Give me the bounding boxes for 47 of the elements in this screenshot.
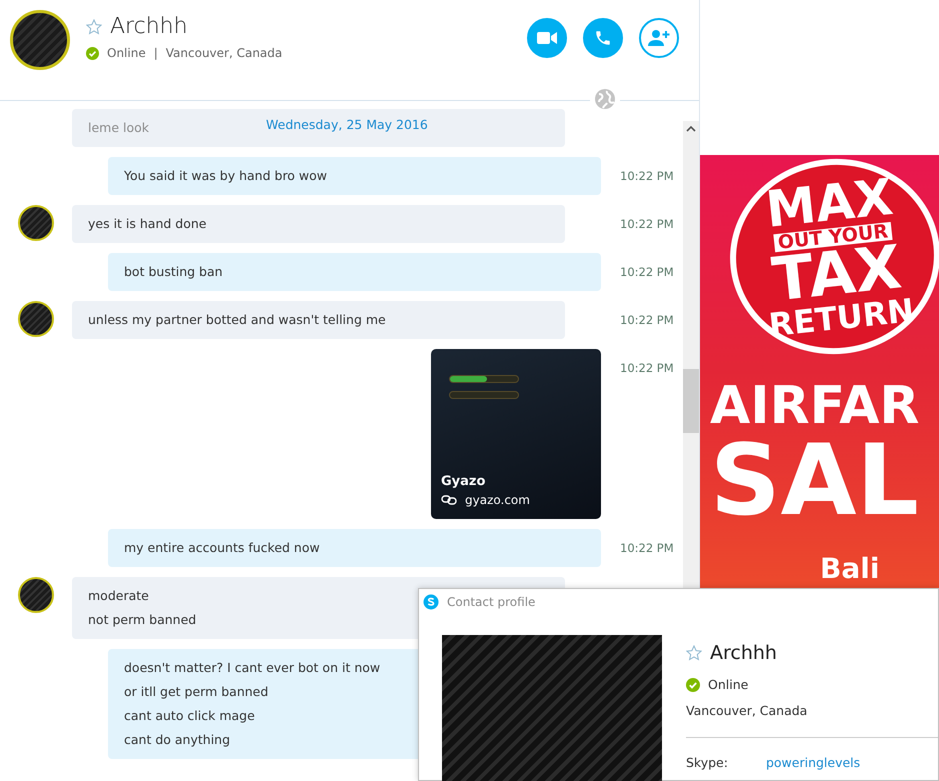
contact-name: Archhh — [710, 641, 777, 666]
message-time: 10:22 PM — [620, 264, 674, 281]
link-url: gyazo.com — [465, 492, 530, 509]
favorite-star-icon[interactable] — [686, 645, 702, 662]
ad-headline: SAL — [710, 432, 919, 530]
globe-icon[interactable] — [594, 88, 616, 110]
add-contact-button[interactable] — [639, 18, 679, 58]
message-time: 10:22 PM — [620, 360, 674, 377]
ad-headline: AIRFAR — [710, 380, 920, 432]
location-text: Vancouver, Canada — [686, 702, 808, 720]
video-call-button[interactable] — [527, 18, 567, 58]
link-title: Gyazo — [441, 472, 486, 490]
ad-destination: Bali — [820, 551, 880, 587]
date-separator: Wednesday, 25 May 2016 — [266, 116, 428, 134]
window-title: Contact profile — [447, 594, 536, 611]
message-time: 10:22 PM — [620, 168, 674, 185]
avatar-icon — [18, 577, 54, 613]
message-bubble: bot busting ban — [108, 253, 601, 291]
screenshot-drawing — [449, 375, 521, 399]
app-icon — [423, 594, 439, 610]
contact-name: Archhh — [110, 14, 188, 40]
favorite-star-icon[interactable] — [86, 19, 102, 35]
avatar-icon — [18, 205, 54, 241]
message-time: 10:22 PM — [620, 216, 674, 233]
message-time: 10:22 PM — [620, 312, 674, 329]
add-person-icon — [648, 29, 670, 47]
message-bubble: You said it was by hand bro wow — [108, 157, 601, 195]
message-time: 10:22 PM — [620, 540, 674, 557]
scroll-thumb[interactable] — [683, 369, 699, 433]
location-text: Vancouver, Canada — [166, 45, 282, 62]
link-preview-card[interactable]: Gyazo gyazo.com — [431, 349, 601, 519]
message-bubble: unless my partner botted and wasn't telling me — [72, 301, 565, 339]
scroll-up-icon[interactable] — [686, 125, 696, 133]
message-bubble: yes it is hand done — [72, 205, 565, 243]
link-icon — [441, 495, 457, 505]
status-text: Online — [708, 676, 748, 694]
phone-icon — [594, 29, 612, 47]
skype-name-link[interactable]: poweringlevels — [766, 754, 860, 773]
status-text: Online — [107, 45, 146, 62]
scrollbar[interactable] — [683, 121, 699, 588]
call-button[interactable] — [583, 18, 623, 58]
video-camera-icon — [537, 31, 557, 45]
avatar-icon — [18, 301, 54, 337]
separator-text: | — [154, 45, 158, 62]
ad-banner[interactable]: MAX OUT YOUR TAX RETURN AIRFAR SAL Bali — [700, 155, 939, 590]
field-label: Skype: — [686, 754, 728, 772]
message-bubble: my entire accounts fucked now — [108, 529, 601, 567]
